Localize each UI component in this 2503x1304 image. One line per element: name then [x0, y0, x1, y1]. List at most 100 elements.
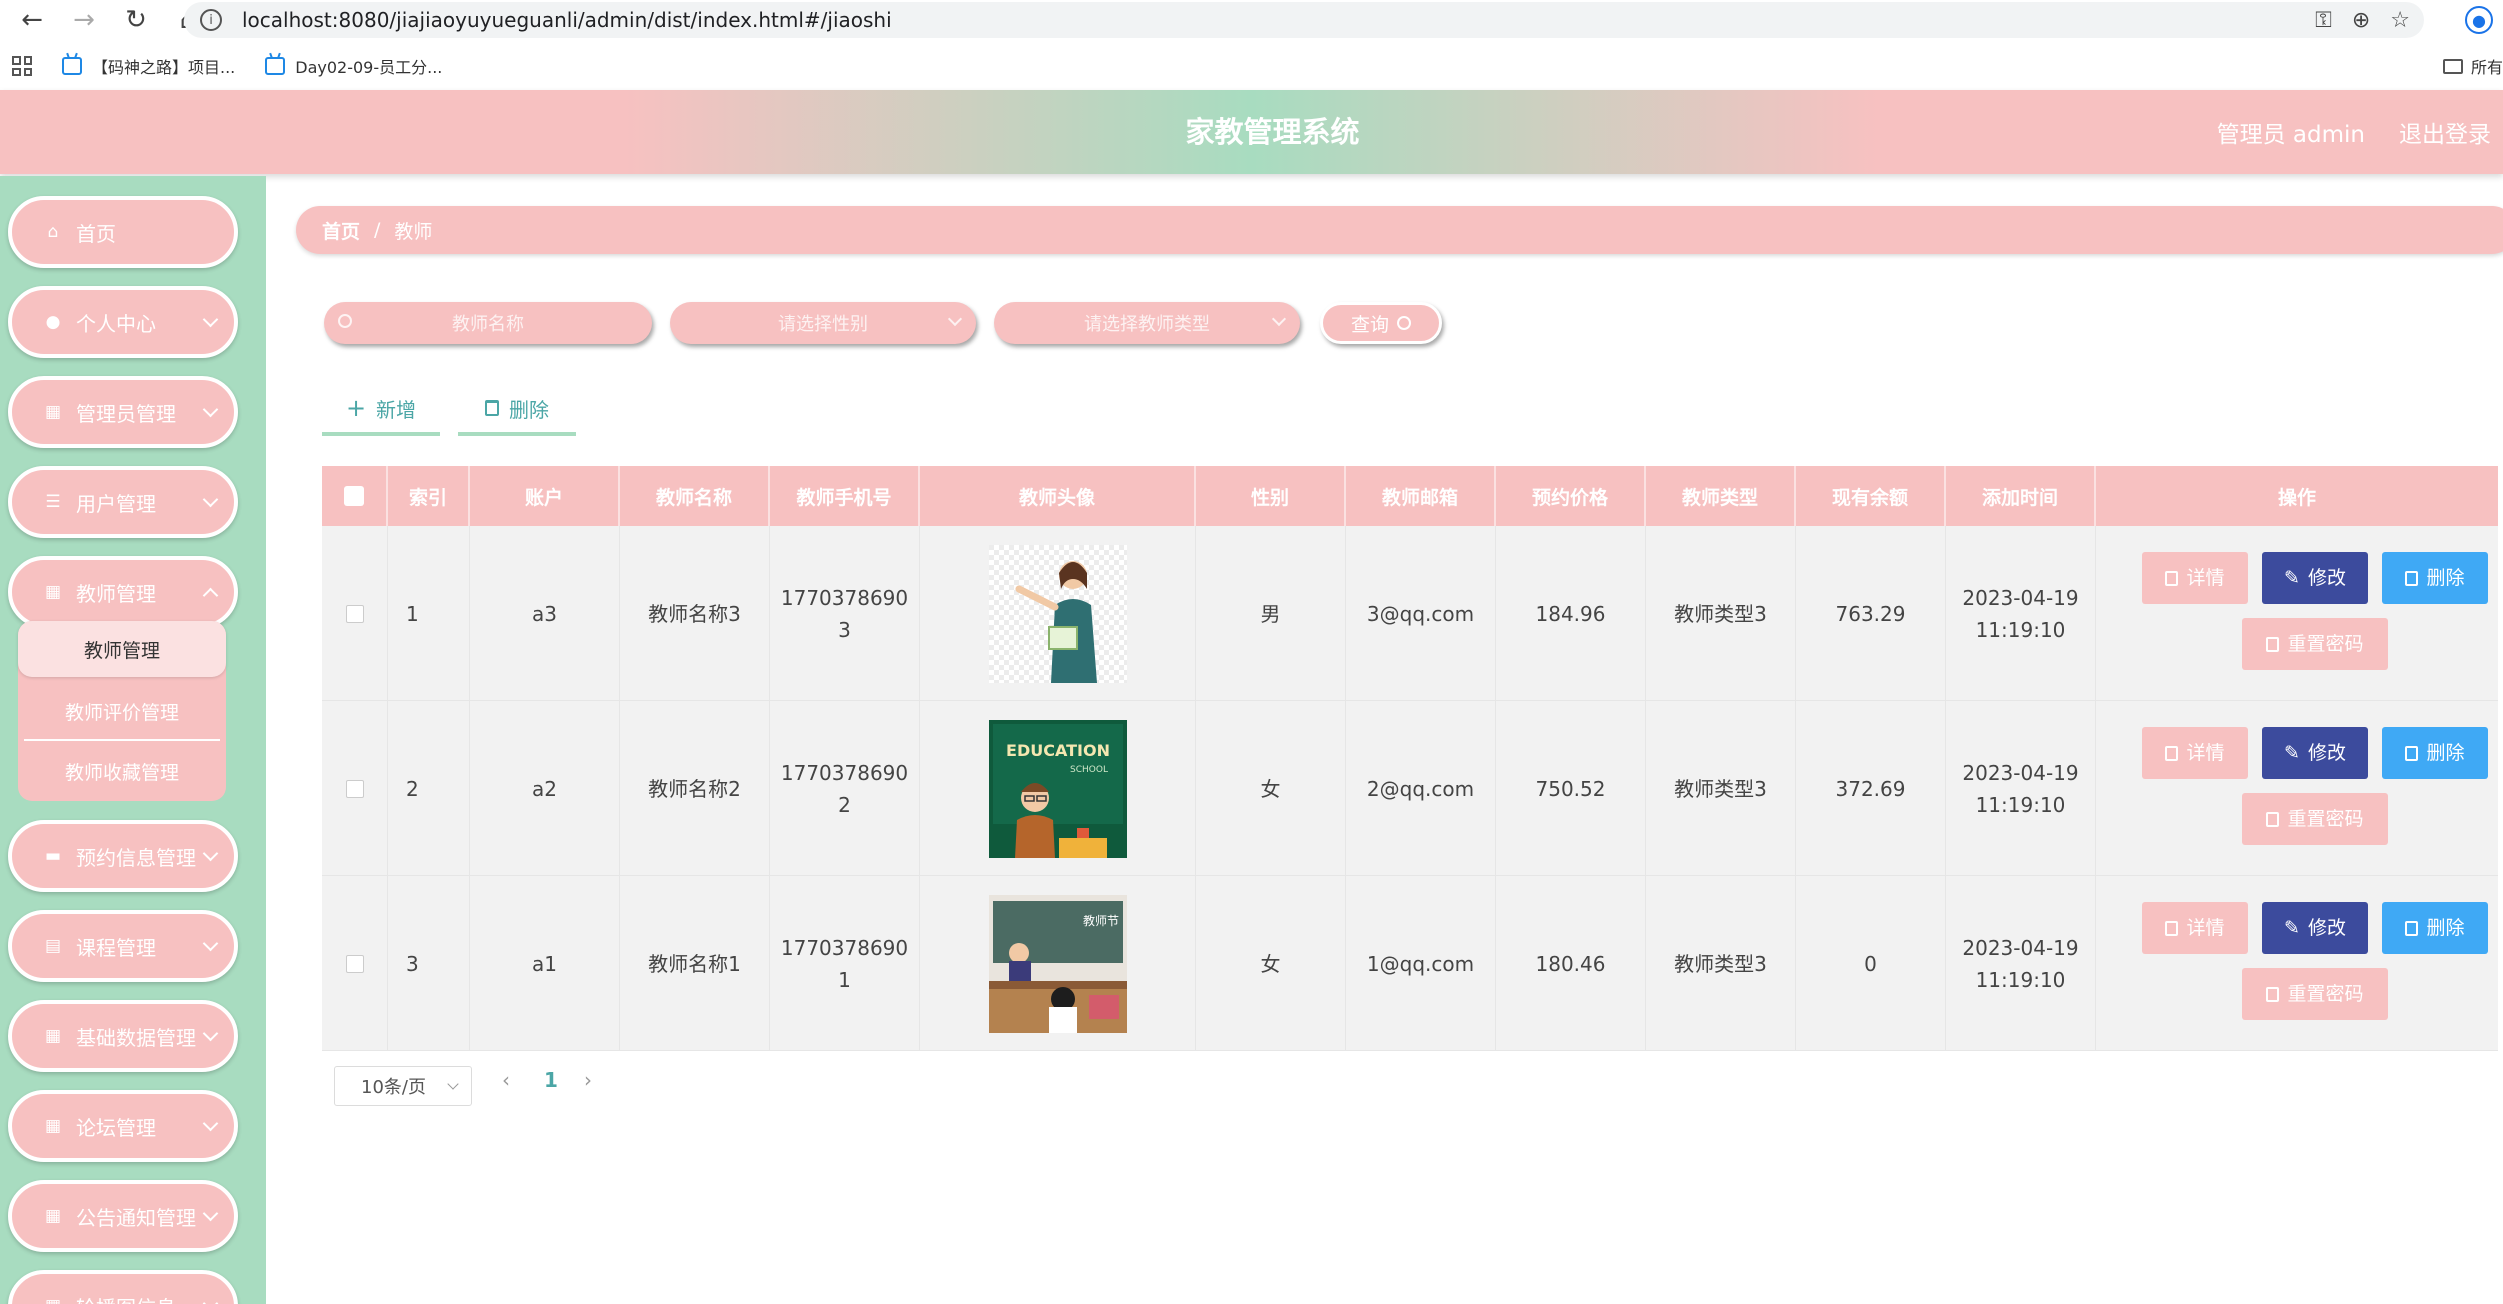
- submenu-teacher-favorite[interactable]: 教师收藏管理: [18, 743, 226, 799]
- teacher-name-search-input[interactable]: 教师名称: [324, 302, 652, 344]
- cell-type: 教师类型3: [1646, 526, 1796, 701]
- delete-button[interactable]: 删除: [2382, 902, 2488, 954]
- pencil-icon: ✎: [2284, 917, 2300, 939]
- zoom-icon[interactable]: ⊕: [2352, 8, 2370, 33]
- date-line: 2023-04-19: [1962, 935, 2079, 960]
- time-line: 11:19:10: [1975, 617, 2066, 642]
- bilibili-icon: [265, 57, 286, 75]
- select-all-checkbox[interactable]: [344, 486, 364, 506]
- detail-button[interactable]: 详情: [2142, 552, 2248, 604]
- cell-date: 2023-04-19 11:19:10: [1946, 701, 2096, 876]
- back-arrow-icon[interactable]: ←: [6, 0, 58, 40]
- teacher-avatar-image[interactable]: 教师节: [988, 894, 1127, 1033]
- prev-page-button[interactable]: ‹: [502, 1068, 510, 1098]
- phone-line: 1: [838, 967, 851, 992]
- teacher-avatar-image[interactable]: EDUCATION SCHOOL: [988, 719, 1127, 858]
- breadcrumb-home[interactable]: 首页: [322, 217, 360, 244]
- query-button[interactable]: 查询: [1320, 302, 1442, 344]
- cell-avatar: [920, 526, 1196, 701]
- delete-button[interactable]: 删除: [2382, 552, 2488, 604]
- edit-button[interactable]: ✎ 修改: [2262, 552, 2368, 604]
- col-gender: 性别: [1196, 466, 1346, 526]
- document-icon: [2165, 745, 2179, 761]
- list-icon: ☰: [45, 492, 61, 512]
- cell-index: 1: [388, 526, 470, 701]
- sidebar-item-booking[interactable]: ▬ 预约信息管理: [8, 820, 238, 892]
- forward-arrow-icon[interactable]: →: [58, 0, 110, 40]
- reset-label: 重置密码: [2287, 633, 2364, 655]
- cell-gender: 女: [1196, 876, 1346, 1051]
- edit-label: 修改: [2307, 742, 2346, 764]
- submenu-teacher-manage[interactable]: 教师管理: [18, 621, 226, 677]
- gender-select[interactable]: 请选择性别: [670, 302, 976, 344]
- profile-icon[interactable]: ●: [2465, 6, 2493, 34]
- avatar-text: EDUCATION: [1006, 741, 1110, 760]
- logout-button[interactable]: 退出登录: [2399, 115, 2491, 149]
- delete-button[interactable]: 删除: [2382, 727, 2488, 779]
- teacher-avatar-image[interactable]: [988, 544, 1127, 683]
- edit-button[interactable]: ✎ 修改: [2262, 902, 2368, 954]
- reset-password-button[interactable]: 重置密码: [2242, 618, 2388, 670]
- folder-icon: [2442, 58, 2463, 74]
- delete-label: 删除: [2426, 742, 2465, 764]
- sidebar-item-label: 公告通知管理: [76, 1205, 196, 1230]
- address-bar[interactable]: i localhost:8080/jiajiaoyuyueguanli/admi…: [184, 2, 2424, 38]
- phone-line: 3: [838, 617, 851, 642]
- sidebar-item-users[interactable]: ☰ 用户管理: [8, 466, 238, 538]
- sidebar-item-courses[interactable]: ▤ 课程管理: [8, 910, 238, 982]
- cell-phone: 1770378690 3: [770, 526, 920, 701]
- sidebar-item-teachers[interactable]: ▦ 教师管理: [8, 556, 238, 628]
- cell-account: a1: [470, 876, 620, 1051]
- clipboard-icon: ▤: [44, 936, 62, 956]
- document-icon: [2266, 986, 2280, 1002]
- phone-line: 1770378690: [780, 935, 909, 960]
- teacher-type-select[interactable]: 请选择教师类型: [994, 302, 1300, 344]
- batch-delete-button[interactable]: 删除: [458, 384, 576, 436]
- bookmark-item[interactable]: Day02-09-员工分...: [265, 54, 442, 78]
- bookmark-item[interactable]: 【码神之路】项目...: [62, 54, 235, 78]
- avatar-text: 教师节: [1082, 913, 1118, 928]
- edit-button[interactable]: ✎ 修改: [2262, 727, 2368, 779]
- site-info-icon[interactable]: i: [200, 9, 222, 31]
- sidebar-item-notice[interactable]: ▦ 公告通知管理: [8, 1180, 238, 1252]
- phone-line: 1770378690: [780, 585, 909, 610]
- sidebar-item-personal[interactable]: ● 个人中心: [8, 286, 238, 358]
- delete-label: 删除: [2426, 917, 2465, 939]
- grid-icon: ▦: [44, 402, 62, 422]
- page-size-select[interactable]: 10条/页: [334, 1066, 472, 1106]
- sidebar-item-forum[interactable]: ▦ 论坛管理: [8, 1090, 238, 1162]
- reset-password-button[interactable]: 重置密码: [2242, 793, 2388, 845]
- row-checkbox[interactable]: [345, 604, 364, 623]
- cell-actions: 详情 ✎ 修改 删除 重置密码: [2096, 526, 2498, 701]
- star-icon[interactable]: ☆: [2390, 8, 2410, 33]
- sidebar-item-basedata[interactable]: ▦ 基础数据管理: [8, 1000, 238, 1072]
- sidebar-item-label: 用户管理: [76, 491, 156, 516]
- all-bookmarks[interactable]: 所有: [2442, 54, 2503, 78]
- cell-index: 3: [388, 876, 470, 1051]
- trash-icon: [2405, 570, 2419, 586]
- detail-button[interactable]: 详情: [2142, 902, 2248, 954]
- table-row: 1 a3 教师名称3 1770378690 3 男 3@qq.com 184.9…: [322, 526, 2498, 701]
- sidebar-item-home[interactable]: ⌂ 首页: [8, 196, 238, 268]
- monitor-icon: ▬: [44, 846, 62, 866]
- row-checkbox[interactable]: [345, 954, 364, 973]
- grid-icon: ▦: [44, 1116, 62, 1136]
- detail-button[interactable]: 详情: [2142, 727, 2248, 779]
- sidebar-item-admins[interactable]: ▦ 管理员管理: [8, 376, 238, 448]
- page-number[interactable]: 1: [544, 1068, 558, 1098]
- row-checkbox[interactable]: [345, 779, 364, 798]
- date-line: 2023-04-19: [1962, 585, 2079, 610]
- key-icon[interactable]: ⚿: [2315, 8, 2332, 33]
- apps-icon[interactable]: [12, 56, 32, 76]
- next-page-button[interactable]: ›: [584, 1068, 592, 1098]
- delete-button-label: 删除: [509, 397, 549, 422]
- add-button[interactable]: + 新增: [322, 384, 440, 436]
- submenu-teacher-review[interactable]: 教师评价管理: [18, 683, 226, 739]
- reset-password-button[interactable]: 重置密码: [2242, 968, 2388, 1020]
- reload-icon[interactable]: ↻: [110, 0, 162, 40]
- col-price: 预约价格: [1496, 466, 1646, 526]
- date-line: 2023-04-19: [1962, 760, 2079, 785]
- select-placeholder: 请选择教师类型: [1084, 314, 1210, 335]
- sidebar-item-carousel[interactable]: ▦ 轮播图信息: [8, 1270, 238, 1304]
- detail-label: 详情: [2186, 742, 2225, 764]
